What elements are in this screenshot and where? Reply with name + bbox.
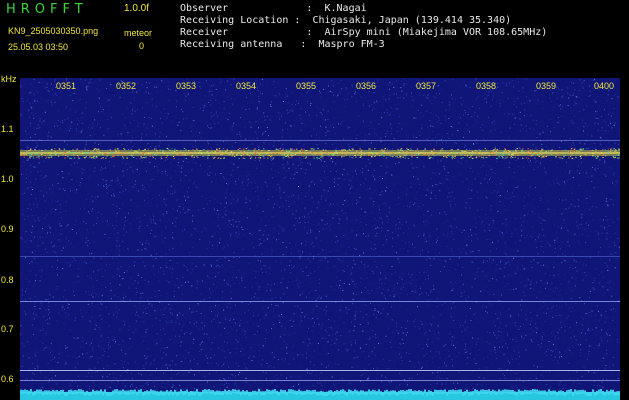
y-tick-label: 0.9 [1,224,14,234]
x-tick-label: 0353 [176,81,197,91]
y-tick-label: 0.6 [1,374,14,384]
x-tick-label: 0358 [476,81,497,91]
y-axis-unit: kHz [1,74,17,84]
observer-line: Observer : K.Nagai [180,3,367,14]
x-tick-label: 0354 [236,81,257,91]
y-tick-label: 0.8 [1,275,14,285]
x-tick-label: 0359 [536,81,557,91]
y-tick-label: 1.1 [1,124,14,134]
x-tick-label: 0400 [594,81,615,91]
x-tick-label: 0356 [356,81,377,91]
filename-label: KN9_2505030350.png [8,26,99,36]
meteor-count: 0 [139,41,145,51]
antenna-line: Receiving antenna : Maspro FM-3 [180,39,385,50]
x-tick-label: 0352 [116,81,137,91]
x-tick-label: 0355 [296,81,317,91]
receiver-line: Receiver : AirSpy mini (Miakejima VOR 10… [180,27,548,38]
y-tick-label: 1.0 [1,174,14,184]
x-tick-label: 0351 [56,81,77,91]
spectrogram-canvas [20,78,620,400]
y-tick-label: 0.7 [1,324,14,334]
app-title: HROFFT [6,2,88,17]
location-line: Receiving Location : Chigasaki, Japan (1… [180,15,512,26]
x-tick-label: 0357 [416,81,437,91]
datetime-label: 25.05.03 03:50 [8,42,69,52]
spectrogram [20,78,620,400]
version-label: 1.0.0f [124,3,150,14]
meteor-label: meteor [124,28,153,38]
